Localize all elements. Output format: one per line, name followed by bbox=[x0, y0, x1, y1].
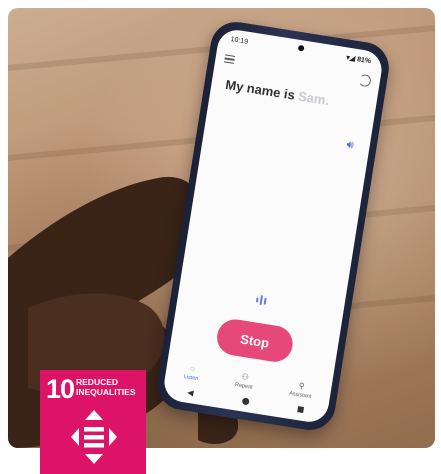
history-icon[interactable] bbox=[358, 73, 372, 88]
signal-icon: ▾◢ bbox=[345, 54, 356, 63]
assistant-icon: ⚲ bbox=[298, 381, 306, 391]
nav-repeat[interactable]: ⚇ Repeat bbox=[234, 372, 254, 391]
waveform-icon bbox=[255, 294, 267, 306]
stop-button[interactable]: Stop bbox=[214, 316, 296, 365]
recents-icon[interactable] bbox=[296, 406, 304, 413]
nav-listen-label: Listen bbox=[183, 373, 199, 383]
status-time: 10:19 bbox=[230, 35, 249, 46]
transcript-pending: Sam. bbox=[297, 88, 331, 109]
listen-icon: ◌ bbox=[189, 363, 196, 374]
sdg-title-line2: INEQUALITIES bbox=[76, 386, 136, 397]
nav-repeat-label: Repeat bbox=[234, 382, 253, 391]
speaker-icon[interactable]: 🔊︎ bbox=[346, 139, 355, 153]
status-indicators: ▾◢ 81% bbox=[346, 53, 372, 65]
equality-arrows-icon bbox=[71, 410, 117, 464]
transcript-spoken: My name is bbox=[224, 76, 296, 103]
sdg-title: REDUCED INEQUALITIES bbox=[76, 377, 136, 397]
back-icon[interactable]: ◀ bbox=[187, 387, 194, 397]
battery-level: 81% bbox=[356, 55, 372, 65]
sdg-badge: 10 REDUCED INEQUALITIES bbox=[40, 370, 146, 474]
repeat-icon: ⚇ bbox=[240, 372, 250, 383]
sdg-number: 10 bbox=[46, 374, 75, 404]
nav-assistant-label: Assistant bbox=[288, 390, 312, 401]
nav-assistant[interactable]: ⚲ Assistant bbox=[289, 381, 314, 400]
nav-listen[interactable]: ◌ Listen bbox=[183, 364, 200, 382]
menu-icon[interactable] bbox=[224, 54, 236, 64]
home-icon[interactable] bbox=[241, 396, 250, 405]
